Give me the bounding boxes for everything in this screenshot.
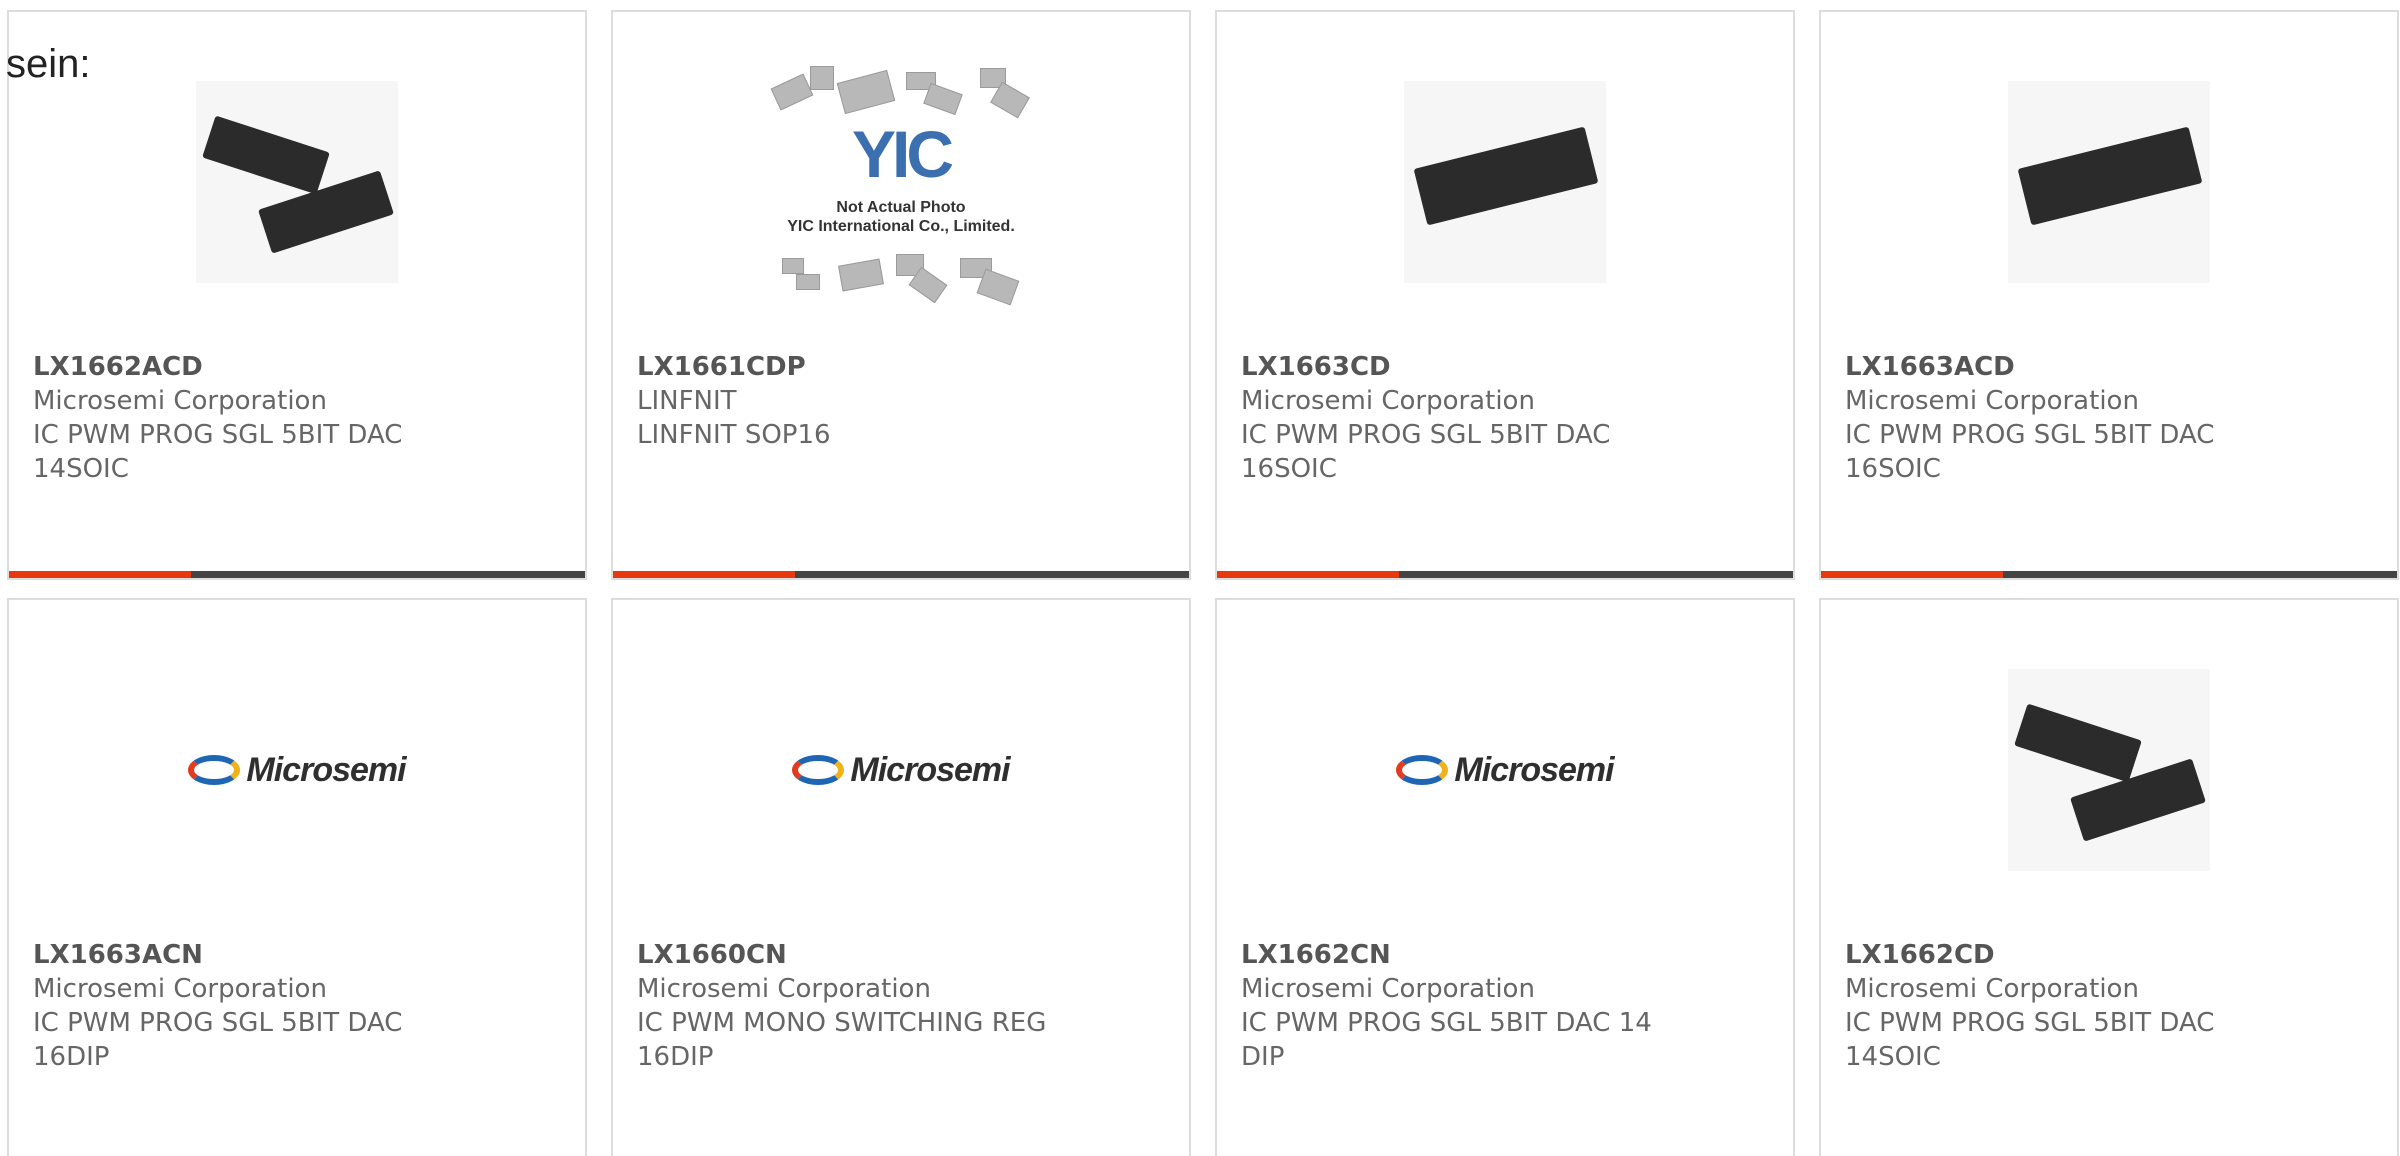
card-accent [1821,571,2003,578]
microsemi-swirl-icon [1396,755,1449,785]
product-description: IC PWM PROG SGL 5BIT DAC 14SOIC [33,420,403,484]
product-description: IC PWM PROG SGL 5BIT DAC 16SOIC [1241,420,1611,484]
product-description: IC PWM PROG SGL 5BIT DAC 14SOIC [1845,1008,2215,1072]
product-info: LX1663ACN Microsemi Corporation IC PWM P… [33,938,561,1074]
product-info: LX1662ACD Microsemi Corporation IC PWM P… [33,350,561,486]
part-number[interactable]: LX1662CD [1845,938,2373,972]
manufacturer: LINFNIT [637,386,737,416]
product-image[interactable] [9,72,585,292]
card-bottom-bar [1821,571,2397,578]
manufacturer: Microsemi Corporation [33,974,327,1004]
soic16-chip-photo [1404,81,1606,283]
card-bottom-bar [613,571,1189,578]
card-accent [1217,571,1399,578]
microsemi-swirl-icon [792,755,845,785]
product-card[interactable]: LX1663CD Microsemi Corporation IC PWM PR… [1215,10,1795,580]
product-image[interactable]: YIC Not Actual Photo YIC International C… [613,66,1189,306]
product-card[interactable]: Microsemi LX1663ACN Microsemi Corporatio… [7,598,587,1156]
card-accent [613,571,795,578]
manufacturer: Microsemi Corporation [1845,386,2139,416]
product-card[interactable]: Microsemi LX1662CN Microsemi Corporation… [1215,598,1795,1156]
part-number[interactable]: LX1662CN [1241,938,1769,972]
product-card[interactable]: LX1663ACD Microsemi Corporation IC PWM P… [1819,10,2399,580]
microsemi-logo: Microsemi [792,751,1011,790]
product-info: LX1662CD Microsemi Corporation IC PWM PR… [1845,938,2373,1074]
card-accent [9,571,191,578]
microsemi-logo: Microsemi [1396,751,1615,790]
part-number[interactable]: LX1663ACN [33,938,561,972]
product-description: IC PWM PROG SGL 5BIT DAC 14 DIP [1241,1008,1652,1072]
intro-text: sein: [6,42,91,86]
part-number[interactable]: LX1662ACD [33,350,561,384]
product-info: LX1663CD Microsemi Corporation IC PWM PR… [1241,350,1769,486]
manufacturer: Microsemi Corporation [1845,974,2139,1004]
product-card[interactable]: LX1662ACD Microsemi Corporation IC PWM P… [7,10,587,580]
part-number[interactable]: LX1660CN [637,938,1165,972]
product-info: LX1660CN Microsemi Corporation IC PWM MO… [637,938,1165,1074]
product-info: LX1662CN Microsemi Corporation IC PWM PR… [1241,938,1769,1074]
product-card[interactable]: Microsemi LX1660CN Microsemi Corporation… [611,598,1191,1156]
product-description: IC PWM PROG SGL 5BIT DAC 16DIP [33,1008,403,1072]
manufacturer: Microsemi Corporation [637,974,931,1004]
product-image[interactable]: Microsemi [613,660,1189,880]
yic-placeholder-photo: YIC Not Actual Photo YIC International C… [766,62,1036,306]
card-bottom-bar [1217,571,1793,578]
product-info: LX1661CDP LINFNIT LINFNIT SOP16 [637,350,1165,452]
yic-mark: YIC [851,117,954,191]
part-number[interactable]: LX1663ACD [1845,350,2373,384]
product-description: LINFNIT SOP16 [637,420,831,450]
manufacturer: Microsemi Corporation [1241,974,1535,1004]
product-image[interactable] [1217,72,1793,292]
product-image[interactable]: Microsemi [1217,660,1793,880]
card-bottom-bar [9,571,585,578]
yic-note: Not Actual Photo YIC International Co., … [787,199,1015,235]
soic-chip-pair-photo [2008,669,2210,871]
soic16-chip-photo [2008,81,2210,283]
product-card[interactable]: YIC Not Actual Photo YIC International C… [611,10,1191,580]
product-grid: LX1662ACD Microsemi Corporation IC PWM P… [0,0,2400,1156]
product-description: IC PWM PROG SGL 5BIT DAC 16SOIC [1845,420,2215,484]
product-image[interactable] [1821,660,2397,880]
soic-chip-pair-photo [196,81,398,283]
manufacturer: Microsemi Corporation [33,386,327,416]
product-image[interactable] [1821,72,2397,292]
microsemi-logo: Microsemi [188,751,407,790]
part-number[interactable]: LX1663CD [1241,350,1769,384]
product-card[interactable]: LX1662CD Microsemi Corporation IC PWM PR… [1819,598,2399,1156]
product-info: LX1663ACD Microsemi Corporation IC PWM P… [1845,350,2373,486]
product-image[interactable]: Microsemi [9,660,585,880]
manufacturer: Microsemi Corporation [1241,386,1535,416]
part-number[interactable]: LX1661CDP [637,350,1165,384]
product-description: IC PWM MONO SWITCHING REG 16DIP [637,1008,1047,1072]
microsemi-swirl-icon [188,755,241,785]
